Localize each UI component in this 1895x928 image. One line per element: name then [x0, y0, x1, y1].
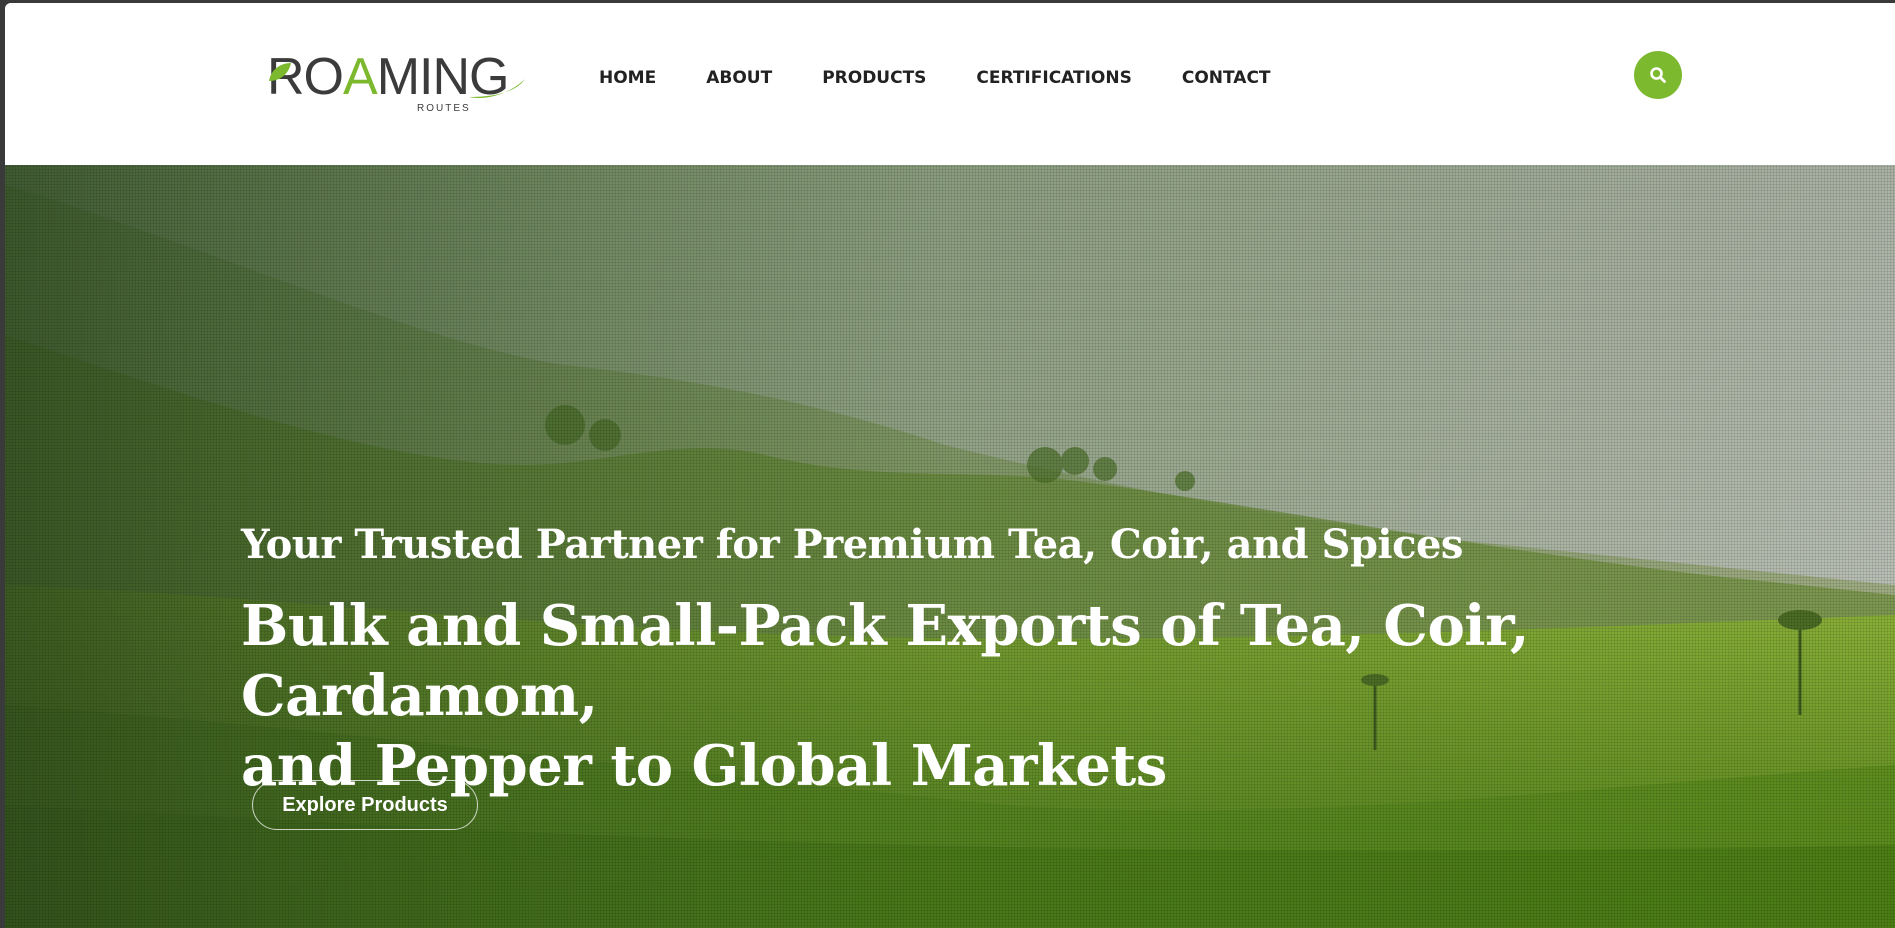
- hero-title: Bulk and Small-Pack Exports of Tea, Coir…: [241, 591, 1801, 801]
- site-header: ROAMING ROUTES HOME ABOUT PRODUCTS CERTI…: [5, 3, 1895, 165]
- hero-subtitle: Your Trusted Partner for Premium Tea, Co…: [241, 521, 1463, 568]
- search-button[interactable]: [1634, 51, 1682, 99]
- nav-about[interactable]: ABOUT: [706, 65, 772, 91]
- leaf-icon: [269, 63, 291, 81]
- main-nav: HOME ABOUT PRODUCTS CERTIFICATIONS CONTA…: [599, 65, 1321, 91]
- leaf-swoosh-icon: [469, 79, 525, 99]
- search-icon: [1650, 67, 1666, 83]
- nav-products[interactable]: PRODUCTS: [822, 65, 926, 91]
- logo-tagline: ROUTES: [417, 103, 471, 114]
- nav-certifications[interactable]: CERTIFICATIONS: [976, 65, 1131, 91]
- browser-viewport: ROAMING ROUTES HOME ABOUT PRODUCTS CERTI…: [5, 3, 1895, 928]
- site-logo[interactable]: ROAMING ROUTES: [267, 47, 529, 117]
- hero-title-line-1: Bulk and Small-Pack Exports of Tea, Coir…: [241, 593, 1530, 729]
- nav-contact[interactable]: CONTACT: [1182, 65, 1271, 91]
- explore-products-button[interactable]: Explore Products: [252, 780, 478, 830]
- logo-word-accent: A: [343, 48, 378, 106]
- nav-home[interactable]: HOME: [599, 65, 656, 91]
- hero-banner: Your Trusted Partner for Premium Tea, Co…: [5, 165, 1895, 928]
